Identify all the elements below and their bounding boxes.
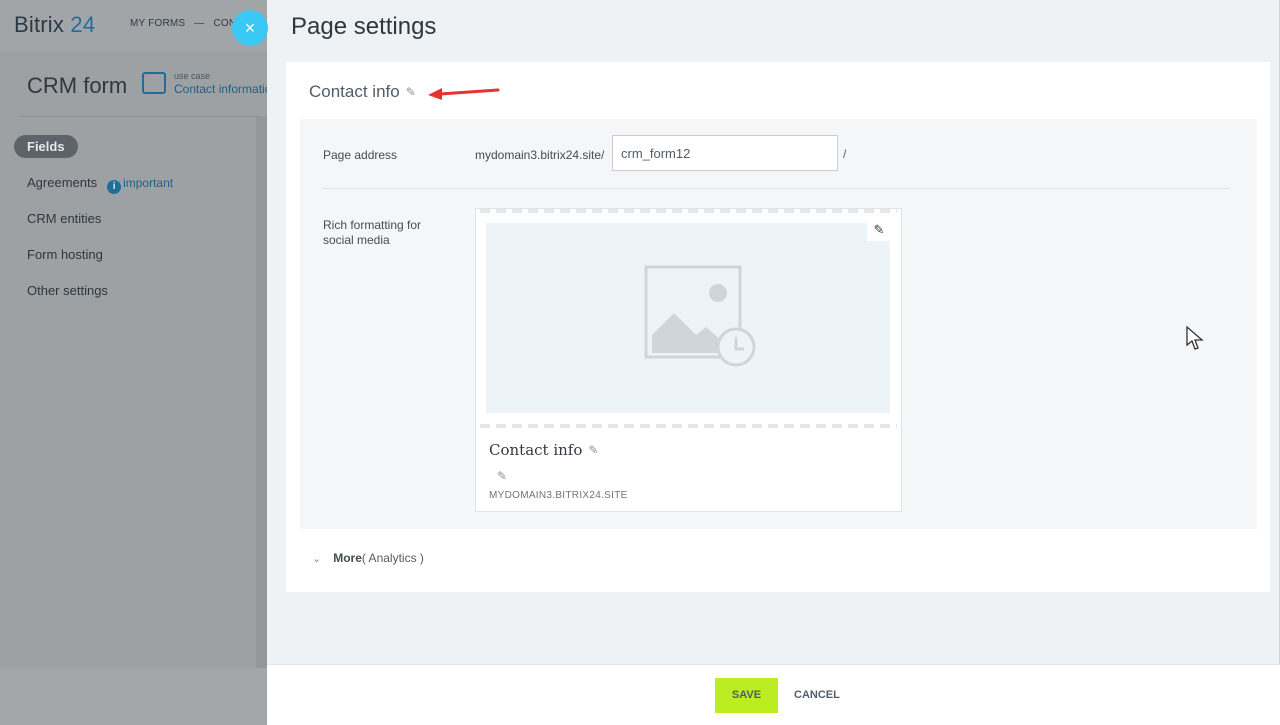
edit-image-pencil-icon[interactable]: ✎ <box>867 219 891 241</box>
chevron-down-icon: ⌄ <box>312 553 322 565</box>
slider-title: Page settings <box>291 13 437 40</box>
app-logo[interactable]: Bitrix 24 <box>14 12 95 38</box>
card-title: Contact info ✎ <box>309 82 416 101</box>
image-placeholder-icon <box>644 265 756 367</box>
menu-my-forms[interactable]: MY FORMS <box>130 18 185 29</box>
preview-domain: MYDOMAIN3.BITRIX24.SITE <box>489 490 628 501</box>
social-preview-card: ✎ Contact info ✎ ✎ MYDOMAIN3.BITRIX24.SIT… <box>475 208 902 512</box>
nav-item-agreements[interactable]: Agreements i important <box>14 170 254 206</box>
slash-text: / <box>843 147 847 161</box>
mouse-cursor-icon <box>1186 325 1204 350</box>
save-button[interactable]: SAVE <box>715 678 778 713</box>
info-icon: i <box>107 180 122 194</box>
slider-footer: SAVE CANCEL <box>267 664 1280 725</box>
settings-inner: Page address mydomain3.bitrix24.site/ / … <box>300 119 1257 529</box>
page-address-label: Page address <box>323 148 398 162</box>
close-slider-button[interactable]: × <box>232 10 268 46</box>
top-menu: MY FORMS — CON <box>130 18 236 29</box>
settings-nav: Fields Agreements i important CRM entities… <box>14 134 254 314</box>
settings-card: Contact info ✎ Page address mydomain3.bit… <box>286 62 1270 592</box>
red-arrow-annotation-icon <box>428 88 500 100</box>
preview-dash-top <box>480 209 897 213</box>
edit-title-pencil-icon[interactable]: ✎ <box>406 85 416 99</box>
page-settings-slider: Page settings Contact info ✎ Page address… <box>267 0 1280 725</box>
menu-separator: — <box>194 18 205 29</box>
nav-item-other-settings[interactable]: Other settings <box>14 278 254 314</box>
more-analytics-toggle[interactable]: ⌄ More( Analytics ) <box>312 551 424 565</box>
cancel-button[interactable]: CANCEL <box>786 678 848 713</box>
preview-dash-mid <box>480 424 897 428</box>
usecase-label: use case <box>174 71 211 81</box>
divider <box>20 116 260 117</box>
nav-item-fields[interactable]: Fields <box>14 134 254 170</box>
code-icon <box>142 72 166 94</box>
usecase-link[interactable]: Contact information <box>174 82 270 96</box>
domain-text: mydomain3.bitrix24.site/ <box>475 148 605 162</box>
nav-item-crm-entities[interactable]: CRM entities <box>14 206 254 242</box>
preview-image[interactable] <box>486 223 890 413</box>
page-address-input[interactable] <box>612 135 838 171</box>
edit-description-pencil-icon[interactable]: ✎ <box>497 469 507 483</box>
row-divider <box>322 188 1230 189</box>
preview-title: Contact info ✎ <box>489 441 599 459</box>
rich-formatting-label: Rich formatting for social media <box>323 218 422 247</box>
important-link[interactable]: important <box>123 176 173 190</box>
page-title: CRM form <box>27 73 128 98</box>
edit-preview-title-pencil-icon[interactable]: ✎ <box>588 443 598 457</box>
nav-item-form-hosting[interactable]: Form hosting <box>14 242 254 278</box>
